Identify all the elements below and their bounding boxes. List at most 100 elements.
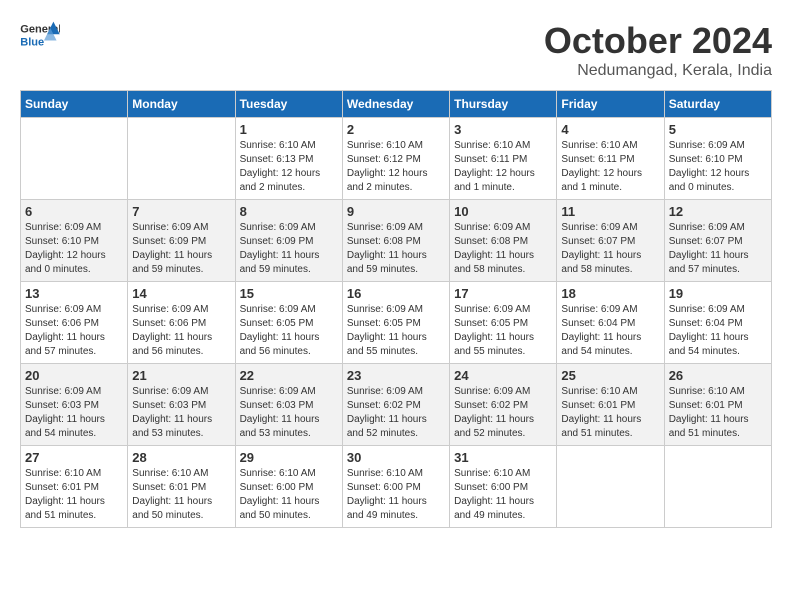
- calendar-header: SundayMondayTuesdayWednesdayThursdayFrid…: [21, 91, 772, 118]
- day-number: 25: [561, 368, 659, 383]
- location: Nedumangad, Kerala, India: [544, 62, 772, 80]
- day-info: Sunrise: 6:09 AMSunset: 6:02 PMDaylight:…: [347, 385, 445, 441]
- day-number: 23: [347, 368, 445, 383]
- day-number: 31: [454, 450, 552, 465]
- day-info: Sunrise: 6:09 AMSunset: 6:05 PMDaylight:…: [347, 303, 445, 359]
- calendar-cell: 5Sunrise: 6:09 AMSunset: 6:10 PMDaylight…: [664, 118, 771, 200]
- calendar-cell: 2 Sunrise: 6:10 AMSunset: 6:12 PMDaylight…: [342, 118, 449, 200]
- day-info: Sunrise: 6:09 AMSunset: 6:03 PMDaylight:…: [240, 385, 338, 441]
- day-info: Sunrise: 6:10 AMSunset: 6:13 PMDaylight:…: [240, 139, 338, 195]
- day-info: Sunrise: 6:09 AMSunset: 6:04 PMDaylight:…: [669, 303, 767, 359]
- calendar-cell: 12 Sunrise: 6:09 AMSunset: 6:07 PMDayligh…: [664, 200, 771, 282]
- calendar-cell: 26 Sunrise: 6:10 AMSunset: 6:01 PMDayligh…: [664, 364, 771, 446]
- day-info: Sunrise: 6:10 AMSunset: 6:00 PMDaylight:…: [347, 467, 445, 523]
- day-info: Sunrise: 6:09 AMSunset: 6:03 PMDaylight:…: [132, 385, 230, 441]
- day-number: 28: [132, 450, 230, 465]
- day-info: Sunrise: 6:09 AMSunset: 6:02 PMDaylight:…: [454, 385, 552, 441]
- day-number: 19: [669, 286, 767, 301]
- day-number: 24: [454, 368, 552, 383]
- day-info: Sunrise: 6:09 AMSunset: 6:06 PMDaylight:…: [132, 303, 230, 359]
- calendar-cell: 30 Sunrise: 6:10 AMSunset: 6:00 PMDayligh…: [342, 446, 449, 528]
- calendar-cell: 23 Sunrise: 6:09 AMSunset: 6:02 PMDayligh…: [342, 364, 449, 446]
- calendar-cell: 22 Sunrise: 6:09 AMSunset: 6:03 PMDayligh…: [235, 364, 342, 446]
- day-info: Sunrise: 6:09 AMSunset: 6:09 PMDaylight:…: [240, 221, 338, 277]
- calendar-cell: 27Sunrise: 6:10 AMSunset: 6:01 PMDayligh…: [21, 446, 128, 528]
- week-row-1: 1 Sunrise: 6:10 AMSunset: 6:13 PMDaylight…: [21, 118, 772, 200]
- day-info: Sunrise: 6:10 AMSunset: 6:00 PMDaylight:…: [454, 467, 552, 523]
- day-number: 30: [347, 450, 445, 465]
- day-info: Sunrise: 6:09 AMSunset: 6:04 PMDaylight:…: [561, 303, 659, 359]
- weekday-friday: Friday: [557, 91, 664, 118]
- day-number: 12: [669, 204, 767, 219]
- calendar-cell: 13Sunrise: 6:09 AMSunset: 6:06 PMDayligh…: [21, 282, 128, 364]
- week-row-3: 13 Sunrise: 6:09 AMSunset: 6:06 PMDayligh…: [21, 282, 772, 364]
- day-number: 29: [240, 450, 338, 465]
- day-number: 14: [132, 286, 230, 301]
- logo: General Blue: [20, 20, 64, 50]
- title-block: October 2024 Nedumangad, Kerala, India: [544, 20, 772, 80]
- calendar: SundayMondayTuesdayWednesdayThursdayFrid…: [20, 90, 772, 528]
- day-number: 6: [25, 204, 123, 219]
- weekday-monday: Monday: [128, 91, 235, 118]
- calendar-cell: 28 Sunrise: 6:10 AMSunset: 6:01 PMDayligh…: [128, 446, 235, 528]
- calendar-body: 1 Sunrise: 6:10 AMSunset: 6:13 PMDaylight…: [21, 118, 772, 528]
- day-info: Sunrise: 6:10 AMSunset: 6:01 PMDaylight:…: [669, 385, 767, 441]
- calendar-cell: 7Sunrise: 6:09 AMSunset: 6:09 PMDaylight…: [128, 200, 235, 282]
- logo-icon: General Blue: [20, 20, 60, 50]
- day-number: 8: [240, 204, 338, 219]
- day-info: Sunrise: 6:09 AMSunset: 6:07 PMDaylight:…: [669, 221, 767, 277]
- day-info: Sunrise: 6:10 AMSunset: 6:01 PMDaylight:…: [132, 467, 230, 523]
- calendar-cell: [128, 118, 235, 200]
- calendar-cell: 19 Sunrise: 6:09 AMSunset: 6:04 PMDayligh…: [664, 282, 771, 364]
- calendar-cell: 21 Sunrise: 6:09 AMSunset: 6:03 PMDayligh…: [128, 364, 235, 446]
- svg-text:Blue: Blue: [20, 36, 44, 48]
- day-info: Sunrise: 6:10 AMSunset: 6:12 PMDaylight:…: [347, 139, 445, 195]
- calendar-cell: 31 Sunrise: 6:10 AMSunset: 6:00 PMDayligh…: [450, 446, 557, 528]
- day-number: 27: [25, 450, 123, 465]
- page-header: General Blue October 2024 Nedumangad, Ke…: [20, 20, 772, 80]
- day-number: 11: [561, 204, 659, 219]
- day-number: 10: [454, 204, 552, 219]
- calendar-cell: 20Sunrise: 6:09 AMSunset: 6:03 PMDayligh…: [21, 364, 128, 446]
- day-number: 3: [454, 122, 552, 137]
- day-number: 5: [669, 122, 767, 137]
- month-title: October 2024: [544, 20, 772, 62]
- day-info: Sunrise: 6:09 AMSunset: 6:08 PMDaylight:…: [454, 221, 552, 277]
- day-info: Sunrise: 6:09 AMSunset: 6:05 PMDaylight:…: [240, 303, 338, 359]
- calendar-cell: [21, 118, 128, 200]
- day-number: 13: [25, 286, 123, 301]
- day-number: 22: [240, 368, 338, 383]
- day-number: 15: [240, 286, 338, 301]
- day-info: Sunrise: 6:09 AMSunset: 6:10 PMDaylight:…: [25, 221, 123, 277]
- calendar-cell: 4Sunrise: 6:10 AMSunset: 6:11 PMDaylight…: [557, 118, 664, 200]
- day-info: Sunrise: 6:09 AMSunset: 6:08 PMDaylight:…: [347, 221, 445, 277]
- weekday-thursday: Thursday: [450, 91, 557, 118]
- calendar-cell: 15 Sunrise: 6:09 AMSunset: 6:05 PMDayligh…: [235, 282, 342, 364]
- day-number: 7: [132, 204, 230, 219]
- calendar-cell: 6 Sunrise: 6:09 AMSunset: 6:10 PMDaylight…: [21, 200, 128, 282]
- day-number: 16: [347, 286, 445, 301]
- calendar-cell: 8 Sunrise: 6:09 AMSunset: 6:09 PMDaylight…: [235, 200, 342, 282]
- day-info: Sunrise: 6:10 AMSunset: 6:11 PMDaylight:…: [561, 139, 659, 195]
- day-info: Sunrise: 6:10 AMSunset: 6:00 PMDaylight:…: [240, 467, 338, 523]
- week-row-2: 6 Sunrise: 6:09 AMSunset: 6:10 PMDaylight…: [21, 200, 772, 282]
- day-number: 18: [561, 286, 659, 301]
- week-row-4: 20Sunrise: 6:09 AMSunset: 6:03 PMDayligh…: [21, 364, 772, 446]
- calendar-cell: 17Sunrise: 6:09 AMSunset: 6:05 PMDayligh…: [450, 282, 557, 364]
- calendar-cell: 1 Sunrise: 6:10 AMSunset: 6:13 PMDaylight…: [235, 118, 342, 200]
- weekday-wednesday: Wednesday: [342, 91, 449, 118]
- calendar-cell: 16 Sunrise: 6:09 AMSunset: 6:05 PMDayligh…: [342, 282, 449, 364]
- calendar-cell: 3Sunrise: 6:10 AMSunset: 6:11 PMDaylight…: [450, 118, 557, 200]
- weekday-row: SundayMondayTuesdayWednesdayThursdayFrid…: [21, 91, 772, 118]
- day-number: 17: [454, 286, 552, 301]
- day-number: 26: [669, 368, 767, 383]
- calendar-cell: [557, 446, 664, 528]
- day-number: 2: [347, 122, 445, 137]
- day-number: 1: [240, 122, 338, 137]
- weekday-sunday: Sunday: [21, 91, 128, 118]
- day-number: 9: [347, 204, 445, 219]
- day-number: 21: [132, 368, 230, 383]
- calendar-cell: 24 Sunrise: 6:09 AMSunset: 6:02 PMDayligh…: [450, 364, 557, 446]
- day-info: Sunrise: 6:09 AMSunset: 6:07 PMDaylight:…: [561, 221, 659, 277]
- calendar-cell: 10 Sunrise: 6:09 AMSunset: 6:08 PMDayligh…: [450, 200, 557, 282]
